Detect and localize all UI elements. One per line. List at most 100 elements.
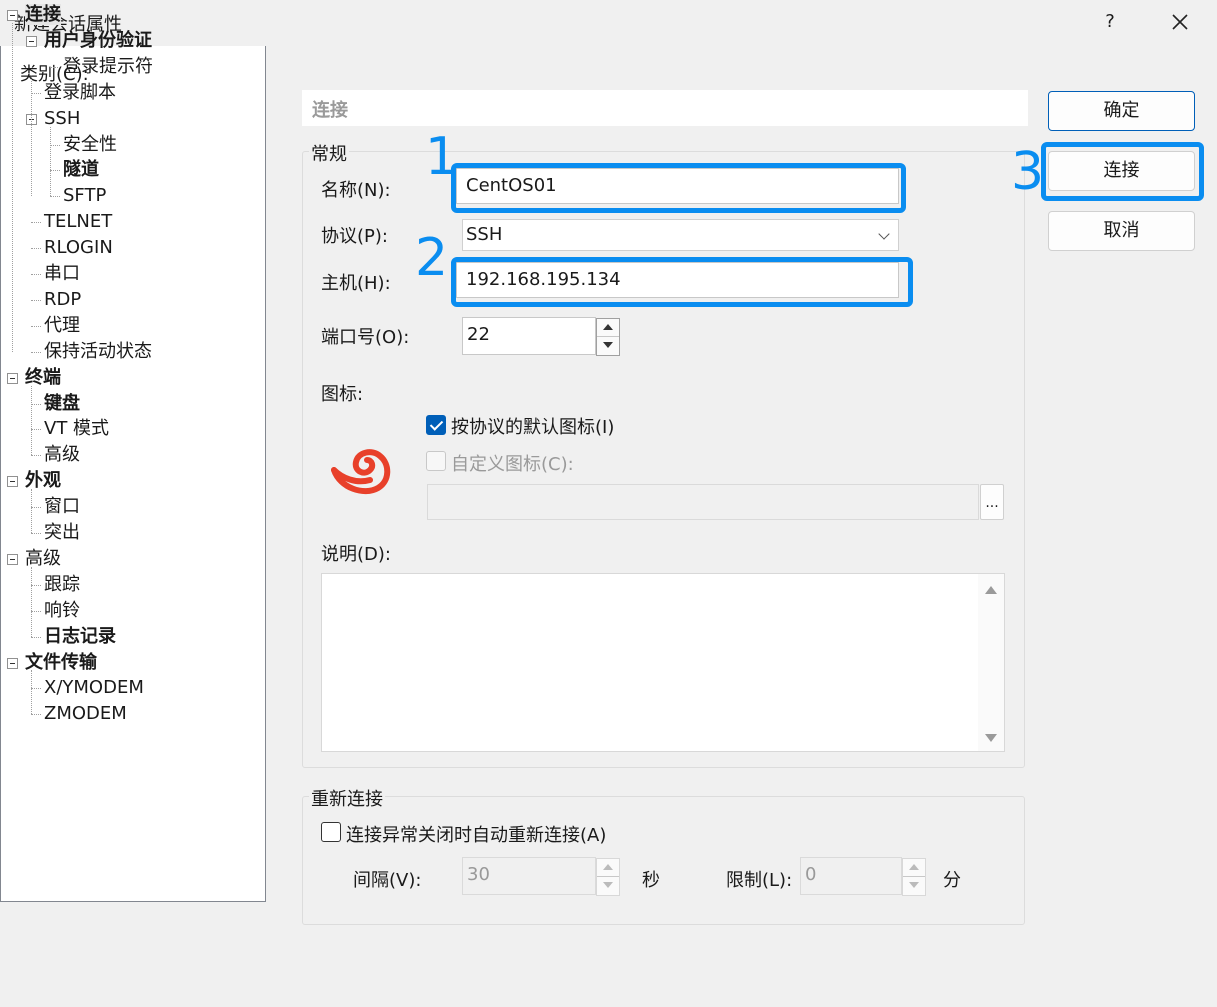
tree-item-label: 登录提示符	[63, 55, 153, 77]
ok-button[interactable]: 确定	[1048, 91, 1195, 131]
port-input[interactable]: 22	[462, 317, 596, 355]
chevron-down-icon	[878, 228, 890, 240]
tree-connector	[31, 489, 32, 533]
collapse-toggle-icon[interactable]	[7, 372, 18, 384]
spiral-logo-icon	[331, 449, 391, 495]
tree-item-label: 高级	[25, 547, 61, 569]
interval-spinner[interactable]	[596, 858, 620, 896]
tree-item[interactable]: RDP	[44, 288, 81, 312]
tree-item-label: 保持活动状态	[44, 340, 152, 362]
custom-icon-checkbox[interactable]	[426, 451, 446, 471]
limit-spinner[interactable]	[902, 858, 926, 896]
port-increment-button[interactable]	[597, 319, 619, 337]
tree-item[interactable]: 跟踪	[44, 573, 80, 597]
highlight-box-connect	[1041, 142, 1204, 201]
help-button[interactable]: ?	[1090, 4, 1130, 40]
description-label: 说明(D):	[321, 544, 391, 565]
tree-item-label: RLOGIN	[44, 237, 113, 259]
collapse-toggle-icon[interactable]	[7, 657, 18, 669]
interval-input[interactable]: 30	[462, 857, 596, 895]
tree-item-label: X/YMODEM	[44, 677, 144, 699]
tree-connector	[31, 688, 41, 690]
browse-icon-button[interactable]: ...	[980, 484, 1004, 520]
tree-item[interactable]: X/YMODEM	[44, 676, 144, 700]
tree-item[interactable]: 突出	[44, 521, 80, 545]
tree-item-label: VT 模式	[44, 418, 110, 440]
tree-connector	[31, 507, 41, 509]
default-icon-checkbox[interactable]	[426, 415, 446, 435]
description-scrollbar[interactable]	[978, 574, 1004, 751]
auto-reconnect-label: 连接异常关闭时自动重新连接(A)	[346, 825, 607, 846]
tree-connector	[50, 144, 60, 146]
arrow-up-icon	[909, 864, 919, 870]
close-button[interactable]	[1158, 4, 1202, 40]
tree-item[interactable]: 用户身份验证	[44, 29, 152, 53]
tree-item[interactable]: 键盘	[44, 392, 80, 416]
tree-connector	[31, 92, 41, 94]
collapse-toggle-icon[interactable]	[7, 10, 18, 21]
tree-connector	[50, 66, 60, 68]
collapse-toggle-icon[interactable]	[26, 35, 37, 47]
general-group-title: 常规	[309, 140, 349, 166]
tree-item[interactable]: 代理	[44, 314, 80, 338]
tree-item-label: 外观	[25, 470, 61, 492]
panel-title: 连接	[312, 100, 348, 121]
tree-connector	[50, 196, 60, 198]
tree-connector	[31, 74, 32, 197]
auto-reconnect-checkbox[interactable]	[321, 822, 341, 842]
tree-item-label: 隧道	[63, 159, 99, 181]
limit-increment-button[interactable]	[903, 859, 925, 877]
tree-item[interactable]: 串口	[44, 262, 80, 286]
tree-item[interactable]: 登录提示符	[63, 55, 153, 79]
limit-unit: 分	[943, 870, 961, 891]
custom-icon-path-input[interactable]	[427, 484, 979, 520]
arrow-down-icon	[603, 342, 613, 348]
annotation-1: 1	[425, 127, 459, 187]
tree-item[interactable]: 窗口	[44, 495, 80, 519]
annotation-3: 3	[1011, 142, 1045, 202]
tree-item-label: 突出	[44, 522, 80, 543]
scroll-up-icon[interactable]	[985, 586, 997, 594]
tree-item-label: 连接	[25, 4, 61, 25]
tree-connector	[50, 126, 51, 197]
tree-item-label: 用户身份验证	[44, 29, 152, 51]
cancel-button[interactable]: 取消	[1048, 211, 1195, 251]
interval-decrement-button[interactable]	[597, 877, 619, 895]
tree-item-label: 串口	[44, 263, 80, 284]
protocol-label: 协议(P):	[321, 226, 388, 247]
collapse-toggle-icon[interactable]	[7, 553, 18, 565]
highlight-box-host	[451, 257, 913, 307]
tree-item[interactable]: RLOGIN	[44, 236, 113, 260]
description-textarea[interactable]	[321, 573, 1005, 752]
tree-item[interactable]: TELNET	[44, 210, 112, 234]
tree-item[interactable]: SFTP	[63, 184, 106, 208]
tree-item[interactable]: 保持活动状态	[44, 340, 152, 364]
tree-connector	[31, 299, 41, 301]
tree-item[interactable]: 登录脚本	[44, 81, 116, 105]
tree-connector	[31, 385, 32, 456]
tree-item[interactable]: 响铃	[44, 599, 80, 623]
tree-item[interactable]: 日志记录	[44, 625, 116, 649]
tree-item[interactable]: VT 模式	[44, 417, 109, 441]
interval-increment-button[interactable]	[597, 859, 619, 877]
tree-item[interactable]: 隧道	[63, 158, 99, 182]
limit-input[interactable]: 0	[800, 857, 902, 895]
tree-item-label: 代理	[44, 314, 80, 336]
tree-item[interactable]: 安全性	[63, 133, 117, 157]
custom-icon-label: 自定义图标(C):	[451, 454, 574, 475]
tree-connector	[12, 22, 13, 352]
tree-item[interactable]: 文件传输	[25, 651, 97, 675]
protocol-select[interactable]: SSH	[462, 219, 899, 251]
tree-item[interactable]: ZMODEM	[44, 702, 127, 726]
limit-decrement-button[interactable]	[903, 877, 925, 895]
tree-connector	[31, 222, 41, 224]
scroll-down-icon[interactable]	[985, 734, 997, 742]
category-tree[interactable]: 连接 用户身份验证 登录提示符 登录脚本 SSH 安全性 隧道 SFTP TELNET RLOGI…	[0, 0, 266, 902]
port-decrement-button[interactable]	[597, 337, 619, 355]
tree-item[interactable]: 连接	[25, 3, 61, 27]
panel-header	[302, 90, 1028, 126]
tree-connector	[31, 248, 41, 250]
port-spinner[interactable]	[596, 318, 620, 356]
collapse-toggle-icon[interactable]	[7, 476, 18, 488]
tree-item[interactable]: 高级	[44, 443, 80, 467]
